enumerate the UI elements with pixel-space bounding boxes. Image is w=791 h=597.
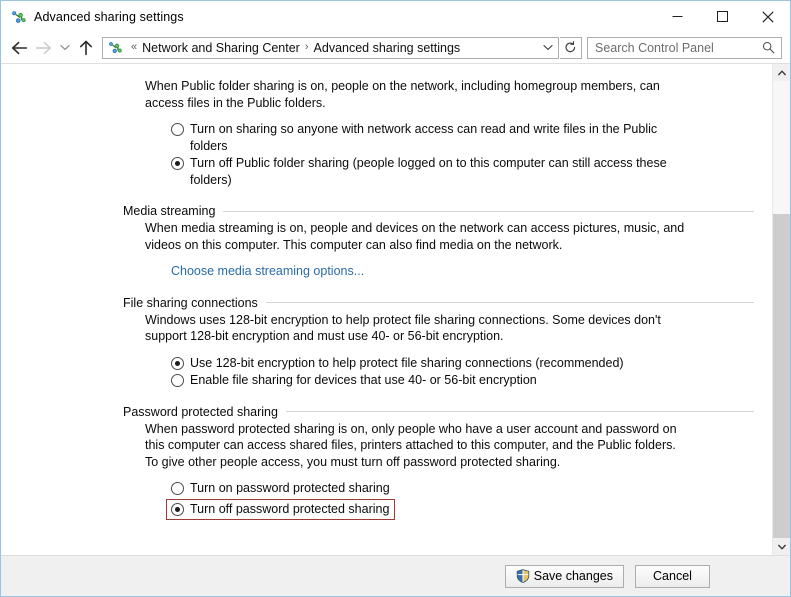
radio-icon-selected[interactable] (171, 356, 184, 370)
forward-arrow (31, 36, 55, 60)
dialog-footer: Save changes Cancel (1, 555, 790, 596)
public-folder-options: Turn on sharing so anyone with network a… (123, 121, 754, 188)
network-sharing-icon (11, 9, 27, 25)
save-changes-button[interactable]: Save changes (504, 564, 624, 588)
section-divider (223, 210, 754, 212)
refresh-icon (565, 41, 576, 53)
section-header-password-protected-sharing: Password protected sharing (123, 405, 754, 419)
address-dropdown-chevron-icon[interactable] (538, 38, 558, 58)
public-folder-description: When Public folder sharing is on, people… (145, 79, 660, 110)
breadcrumb-overflow[interactable]: « (127, 42, 141, 53)
navigation-bar: « Network and Sharing Center › Advanced … (1, 32, 790, 63)
minimize-button[interactable] (655, 1, 700, 32)
radio-option-label: Turn on sharing so anyone with network a… (190, 122, 658, 153)
maximize-button[interactable] (700, 1, 745, 32)
media-streaming-link-wrap: Choose media streaming options... (123, 263, 754, 280)
radio-icon-selected[interactable] (171, 502, 184, 516)
scrollbar-track[interactable] (773, 81, 790, 538)
section-header-file-sharing-connections: File sharing connections (123, 296, 754, 310)
radio-option-turn-off-password-protected-sharing[interactable]: Turn off password protected sharing (166, 498, 396, 520)
radio-option-public-turn-off[interactable]: Turn off Public folder sharing (people l… (171, 155, 754, 188)
file-sharing-options: Use 128-bit encryption to help protect f… (123, 355, 754, 389)
file-sharing-description: Windows uses 128-bit encryption to help … (145, 312, 661, 344)
radio-icon[interactable] (171, 123, 184, 136)
section-title: Media streaming (123, 204, 216, 218)
vertical-scrollbar[interactable] (772, 64, 790, 555)
back-arrow[interactable] (7, 36, 31, 60)
choose-media-streaming-options-link[interactable]: Choose media streaming options... (171, 263, 364, 280)
section-header-media-streaming: Media streaming (123, 204, 754, 218)
section-divider (285, 411, 754, 412)
breadcrumb-item-advanced-sharing-settings[interactable]: Advanced sharing settings (313, 41, 462, 55)
breadcrumb-item-network-and-sharing-center[interactable]: Network and Sharing Center (141, 41, 301, 55)
radio-option-label: Use 128-bit encryption to help protect f… (190, 355, 624, 370)
cancel-label: Cancel (653, 569, 692, 583)
radio-icon[interactable] (171, 482, 184, 495)
scrollbar-thumb[interactable] (773, 81, 790, 214)
uac-shield-icon (516, 569, 529, 583)
settings-inner: When Public folder sharing is on, people… (1, 78, 772, 521)
radio-option-use-128-bit-encryption[interactable]: Use 128-bit encryption to help protect f… (171, 355, 754, 372)
radio-option-enable-40-or-56-bit-encryption[interactable]: Enable file sharing for devices that use… (171, 372, 754, 389)
up-arrow[interactable] (74, 36, 98, 60)
breadcrumb-network-sharing-icon (108, 40, 123, 55)
section-divider (265, 302, 754, 303)
media-streaming-description: When media streaming is on, people and d… (145, 221, 685, 252)
close-button[interactable] (745, 1, 790, 32)
window-title: Advanced sharing settings (34, 9, 184, 24)
search-box[interactable]: Search Control Panel (587, 36, 782, 59)
window-advanced-sharing-settings: Advanced sharing settings « Network and … (0, 0, 791, 597)
radio-icon[interactable] (171, 374, 184, 387)
address-bar[interactable]: « Network and Sharing Center › Advanced … (102, 36, 559, 59)
content-area: When Public folder sharing is on, people… (1, 63, 790, 555)
search-icon[interactable] (762, 41, 775, 54)
title-bar: Advanced sharing settings (1, 1, 790, 32)
save-changes-label: Save changes (533, 569, 613, 583)
window-controls (655, 1, 790, 32)
radio-option-turn-on-password-protected-sharing[interactable]: Turn on password protected sharing (171, 480, 754, 497)
section-title: File sharing connections (123, 295, 258, 310)
cancel-button[interactable]: Cancel (635, 564, 710, 588)
refresh-button[interactable] (560, 36, 582, 59)
password-protected-description: When password protected sharing is on, o… (145, 421, 677, 469)
password-protected-options: Turn on password protected sharing Turn … (123, 480, 754, 521)
recent-locations-chevron-icon[interactable] (55, 36, 74, 60)
radio-option-label: Turn off password protected sharing (190, 501, 390, 516)
radio-option-label: Turn off Public folder sharing (people l… (190, 156, 667, 187)
scroll-down-arrow[interactable] (773, 538, 790, 555)
section-title: Password protected sharing (123, 404, 278, 419)
breadcrumb-separator[interactable]: › (301, 42, 313, 53)
search-input[interactable]: Search Control Panel (588, 41, 714, 55)
scroll-up-arrow[interactable] (773, 64, 790, 81)
radio-option-public-turn-on[interactable]: Turn on sharing so anyone with network a… (171, 121, 754, 154)
radio-option-label: Turn on password protected sharing (190, 481, 390, 495)
settings-scroll-region: When Public folder sharing is on, people… (1, 64, 772, 555)
radio-option-label: Enable file sharing for devices that use… (190, 373, 537, 387)
radio-icon-selected[interactable] (171, 157, 184, 170)
